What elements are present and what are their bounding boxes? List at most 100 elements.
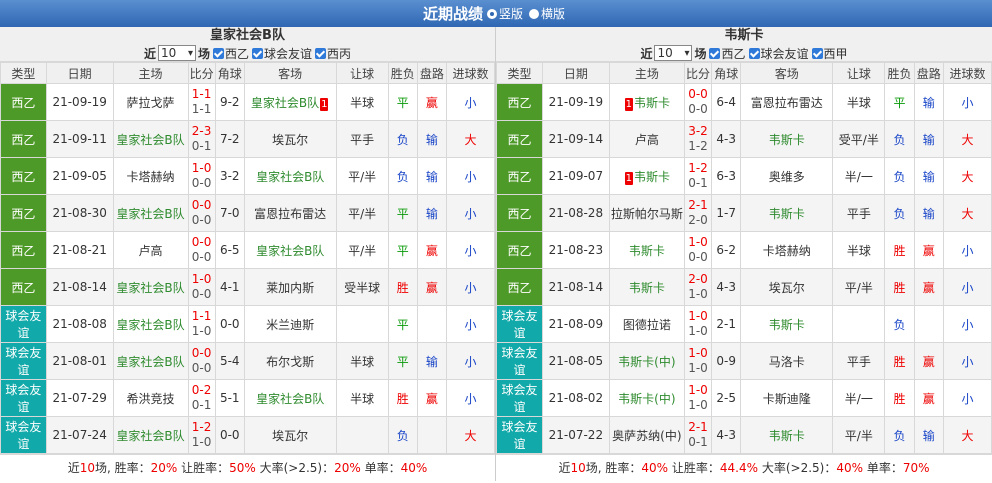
table-row[interactable]: 西乙 21-08-30 皇家社会B队 0-0 0-0 7-0 富恩拉布雷达 平/半平输小 [0,194,496,232]
full-time-score: 1-0 [688,235,708,249]
competition-type: 西乙 [496,268,543,306]
match-date: 21-09-11 [45,120,114,158]
filter-checkbox[interactable] [212,47,224,59]
filter-checkbox-label[interactable]: 球会友谊 [264,45,312,62]
half-time-score: 0-0 [191,250,212,264]
handicap: 半球 [832,231,886,269]
home-team[interactable]: 皇家社会B队 [112,268,189,306]
filter-checkbox-label[interactable]: 西乙 [225,45,249,62]
away-team[interactable]: 韦斯卡 [740,194,834,232]
filter-checkbox[interactable] [748,47,760,59]
filter-checkbox-label[interactable]: 西甲 [824,45,848,62]
table-row[interactable]: 西乙 21-08-23 韦斯卡 1-0 0-0 6-2 卡塔赫纳 半球胜赢小 [496,231,992,269]
away-team[interactable]: 卡斯迪隆 [740,379,834,417]
home-team[interactable]: 皇家社会B队 [112,416,189,454]
big-rate: 20% [334,461,361,475]
layout-vertical-label[interactable]: 竖版 [499,5,523,22]
handicap-result: 输 [913,416,944,454]
away-team-name: 富恩拉布雷达 [254,206,327,221]
match-date: 21-08-14 [541,268,610,306]
table-row[interactable]: 西乙 21-08-21 卢高 0-0 0-0 6-5 皇家社会B队 平/半平赢小 [0,231,496,269]
home-team[interactable]: 皇家社会B队 [112,194,189,232]
layout-horizontal-label[interactable]: 横版 [541,5,565,22]
away-team[interactable]: 皇家社会B队 [243,379,337,417]
panels: 皇家社会B队近 10 ▾ 场西乙 球会友谊 西丙 类型 日期 主场 比分 角球 客场 让球 胜负 盘路 进球数… [0,27,992,481]
table-row[interactable]: 球会友谊 21-08-05 韦斯卡(中) 1-0 1-0 0-9 马洛卡 平手胜赢小 [496,342,992,380]
away-team[interactable]: 韦斯卡 [740,120,834,158]
away-team[interactable]: 奥维多 [740,157,834,195]
table-row[interactable]: 西乙 21-08-14 韦斯卡 2-0 1-0 4-3 埃瓦尔 平/半胜赢小 [496,268,992,306]
table-row[interactable]: 球会友谊 21-08-02 韦斯卡(中) 1-0 1-0 2-5 卡斯迪隆 半/一胜赢小 [496,379,992,417]
home-team[interactable]: 皇家社会B队 [112,120,189,158]
home-team[interactable]: 萨拉戈萨 [112,83,189,121]
match-date: 21-08-02 [541,379,610,417]
away-team[interactable]: 莱加内斯 [243,268,337,306]
home-team[interactable]: 奥萨苏纳(中) [608,416,685,454]
table-header-row: 类型 日期 主场 比分 角球 客场 让球 胜负 盘路 进球数 [496,62,992,84]
table-row[interactable]: 西乙 21-09-07 1 韦斯卡 1-2 0-1 6-3 奥维多 半/一负输大 [496,157,992,195]
match-result: 负 [884,305,915,343]
competition-type: 西乙 [0,268,47,306]
away-team[interactable]: 卡塔赫纳 [740,231,834,269]
home-team[interactable]: 韦斯卡 [608,268,685,306]
away-team[interactable]: 米兰迪斯 [243,305,337,343]
table-row[interactable]: 西乙 21-09-19 1 韦斯卡 0-0 0-0 6-4 富恩拉布雷达 半球平输小 [496,83,992,121]
home-team[interactable]: 卡塔赫纳 [112,157,189,195]
home-team[interactable]: 韦斯卡(中) [608,342,685,380]
layout-horizontal-radio[interactable] [529,8,539,19]
table-row[interactable]: 西乙 21-09-11 皇家社会B队 2-3 0-1 7-2 埃瓦尔 平手负输大 [0,120,496,158]
match-date: 21-09-19 [541,83,610,121]
column-header: 让球 [335,62,389,84]
score: 1-0 1-0 [685,383,711,413]
filter-checkbox[interactable] [315,47,327,59]
away-team[interactable]: 皇家社会B队 [243,231,337,269]
away-team[interactable]: 埃瓦尔 [243,416,337,454]
table-row[interactable]: 球会友谊 21-07-24 皇家社会B队 1-2 1-0 0-0 埃瓦尔 负大 [0,416,496,454]
away-team[interactable]: 韦斯卡 [740,416,834,454]
filter-checkbox-label[interactable]: 西乙 [721,45,745,62]
away-team[interactable]: 富恩拉布雷达 [243,194,337,232]
table-row[interactable]: 西乙 21-09-19 萨拉戈萨 1-1 1-1 9-2 皇家社会B队 1 半球平赢小 [0,83,496,121]
table-row[interactable]: 球会友谊 21-07-29 希洪竞技 0-2 0-1 5-1 皇家社会B队 半球胜赢小 [0,379,496,417]
table-row[interactable]: 球会友谊 21-08-08 皇家社会B队 1-1 1-0 0-0 米兰迪斯 平小 [0,305,496,343]
away-team[interactable]: 皇家社会B队 [243,157,337,195]
filter-checkbox[interactable] [709,47,721,59]
away-team[interactable]: 马洛卡 [740,342,834,380]
corner-count: 7-0 [214,194,245,232]
home-team[interactable]: 卢高 [112,231,189,269]
table-row[interactable]: 球会友谊 21-08-09 图德拉诺 1-0 1-0 2-1 韦斯卡 负小 [496,305,992,343]
away-team[interactable]: 韦斯卡 [740,305,834,343]
home-team[interactable]: 皇家社会B队 [112,342,189,380]
layout-vertical-radio[interactable] [486,8,497,19]
away-team[interactable]: 皇家社会B队 1 [243,83,337,121]
competition-type: 西乙 [496,194,543,232]
away-team[interactable]: 埃瓦尔 [243,120,337,158]
home-team[interactable]: 图德拉诺 [608,305,685,343]
home-team[interactable]: 皇家社会B队 [112,305,189,343]
filter-checkbox-label[interactable]: 球会友谊 [761,45,809,62]
home-team[interactable]: 韦斯卡 [608,231,685,269]
home-team[interactable]: 1 韦斯卡 [608,83,685,121]
home-team[interactable]: 1 韦斯卡 [608,157,685,195]
filter-checkbox[interactable] [811,47,823,59]
home-team[interactable]: 拉斯帕尔马斯 [608,194,685,232]
home-team[interactable]: 希洪竞技 [112,379,189,417]
filter-checkbox[interactable] [252,47,263,59]
match-result: 平 [387,194,418,232]
competition-type: 球会友谊 [0,416,47,454]
corner-count: 6-5 [214,231,245,269]
away-team[interactable]: 埃瓦尔 [740,268,834,306]
match-count-select[interactable]: 10 ▾ [157,45,196,61]
table-row[interactable]: 西乙 21-08-14 皇家社会B队 1-0 0-0 4-1 莱加内斯 受半球胜赢小 [0,268,496,306]
filter-checkbox-label[interactable]: 西丙 [327,45,351,62]
away-team[interactable]: 布尔戈斯 [243,342,337,380]
match-count-select[interactable]: 10 ▾ [654,45,693,61]
table-row[interactable]: 球会友谊 21-08-01 皇家社会B队 0-0 0-0 5-4 布尔戈斯 半球平输小 [0,342,496,380]
home-team[interactable]: 韦斯卡(中) [608,379,685,417]
table-row[interactable]: 西乙 21-08-28 拉斯帕尔马斯 2-1 2-0 1-7 韦斯卡 平手负输大 [496,194,992,232]
away-team[interactable]: 富恩拉布雷达 [740,83,834,121]
table-row[interactable]: 西乙 21-09-14 卢高 3-2 1-2 4-3 韦斯卡 受平/半负输大 [496,120,992,158]
table-row[interactable]: 球会友谊 21-07-22 奥萨苏纳(中) 2-1 0-1 4-3 韦斯卡 平/半负输大 [496,416,992,454]
table-row[interactable]: 西乙 21-09-05 卡塔赫纳 1-0 0-0 3-2 皇家社会B队 平/半负输小 [0,157,496,195]
home-team[interactable]: 卢高 [608,120,685,158]
